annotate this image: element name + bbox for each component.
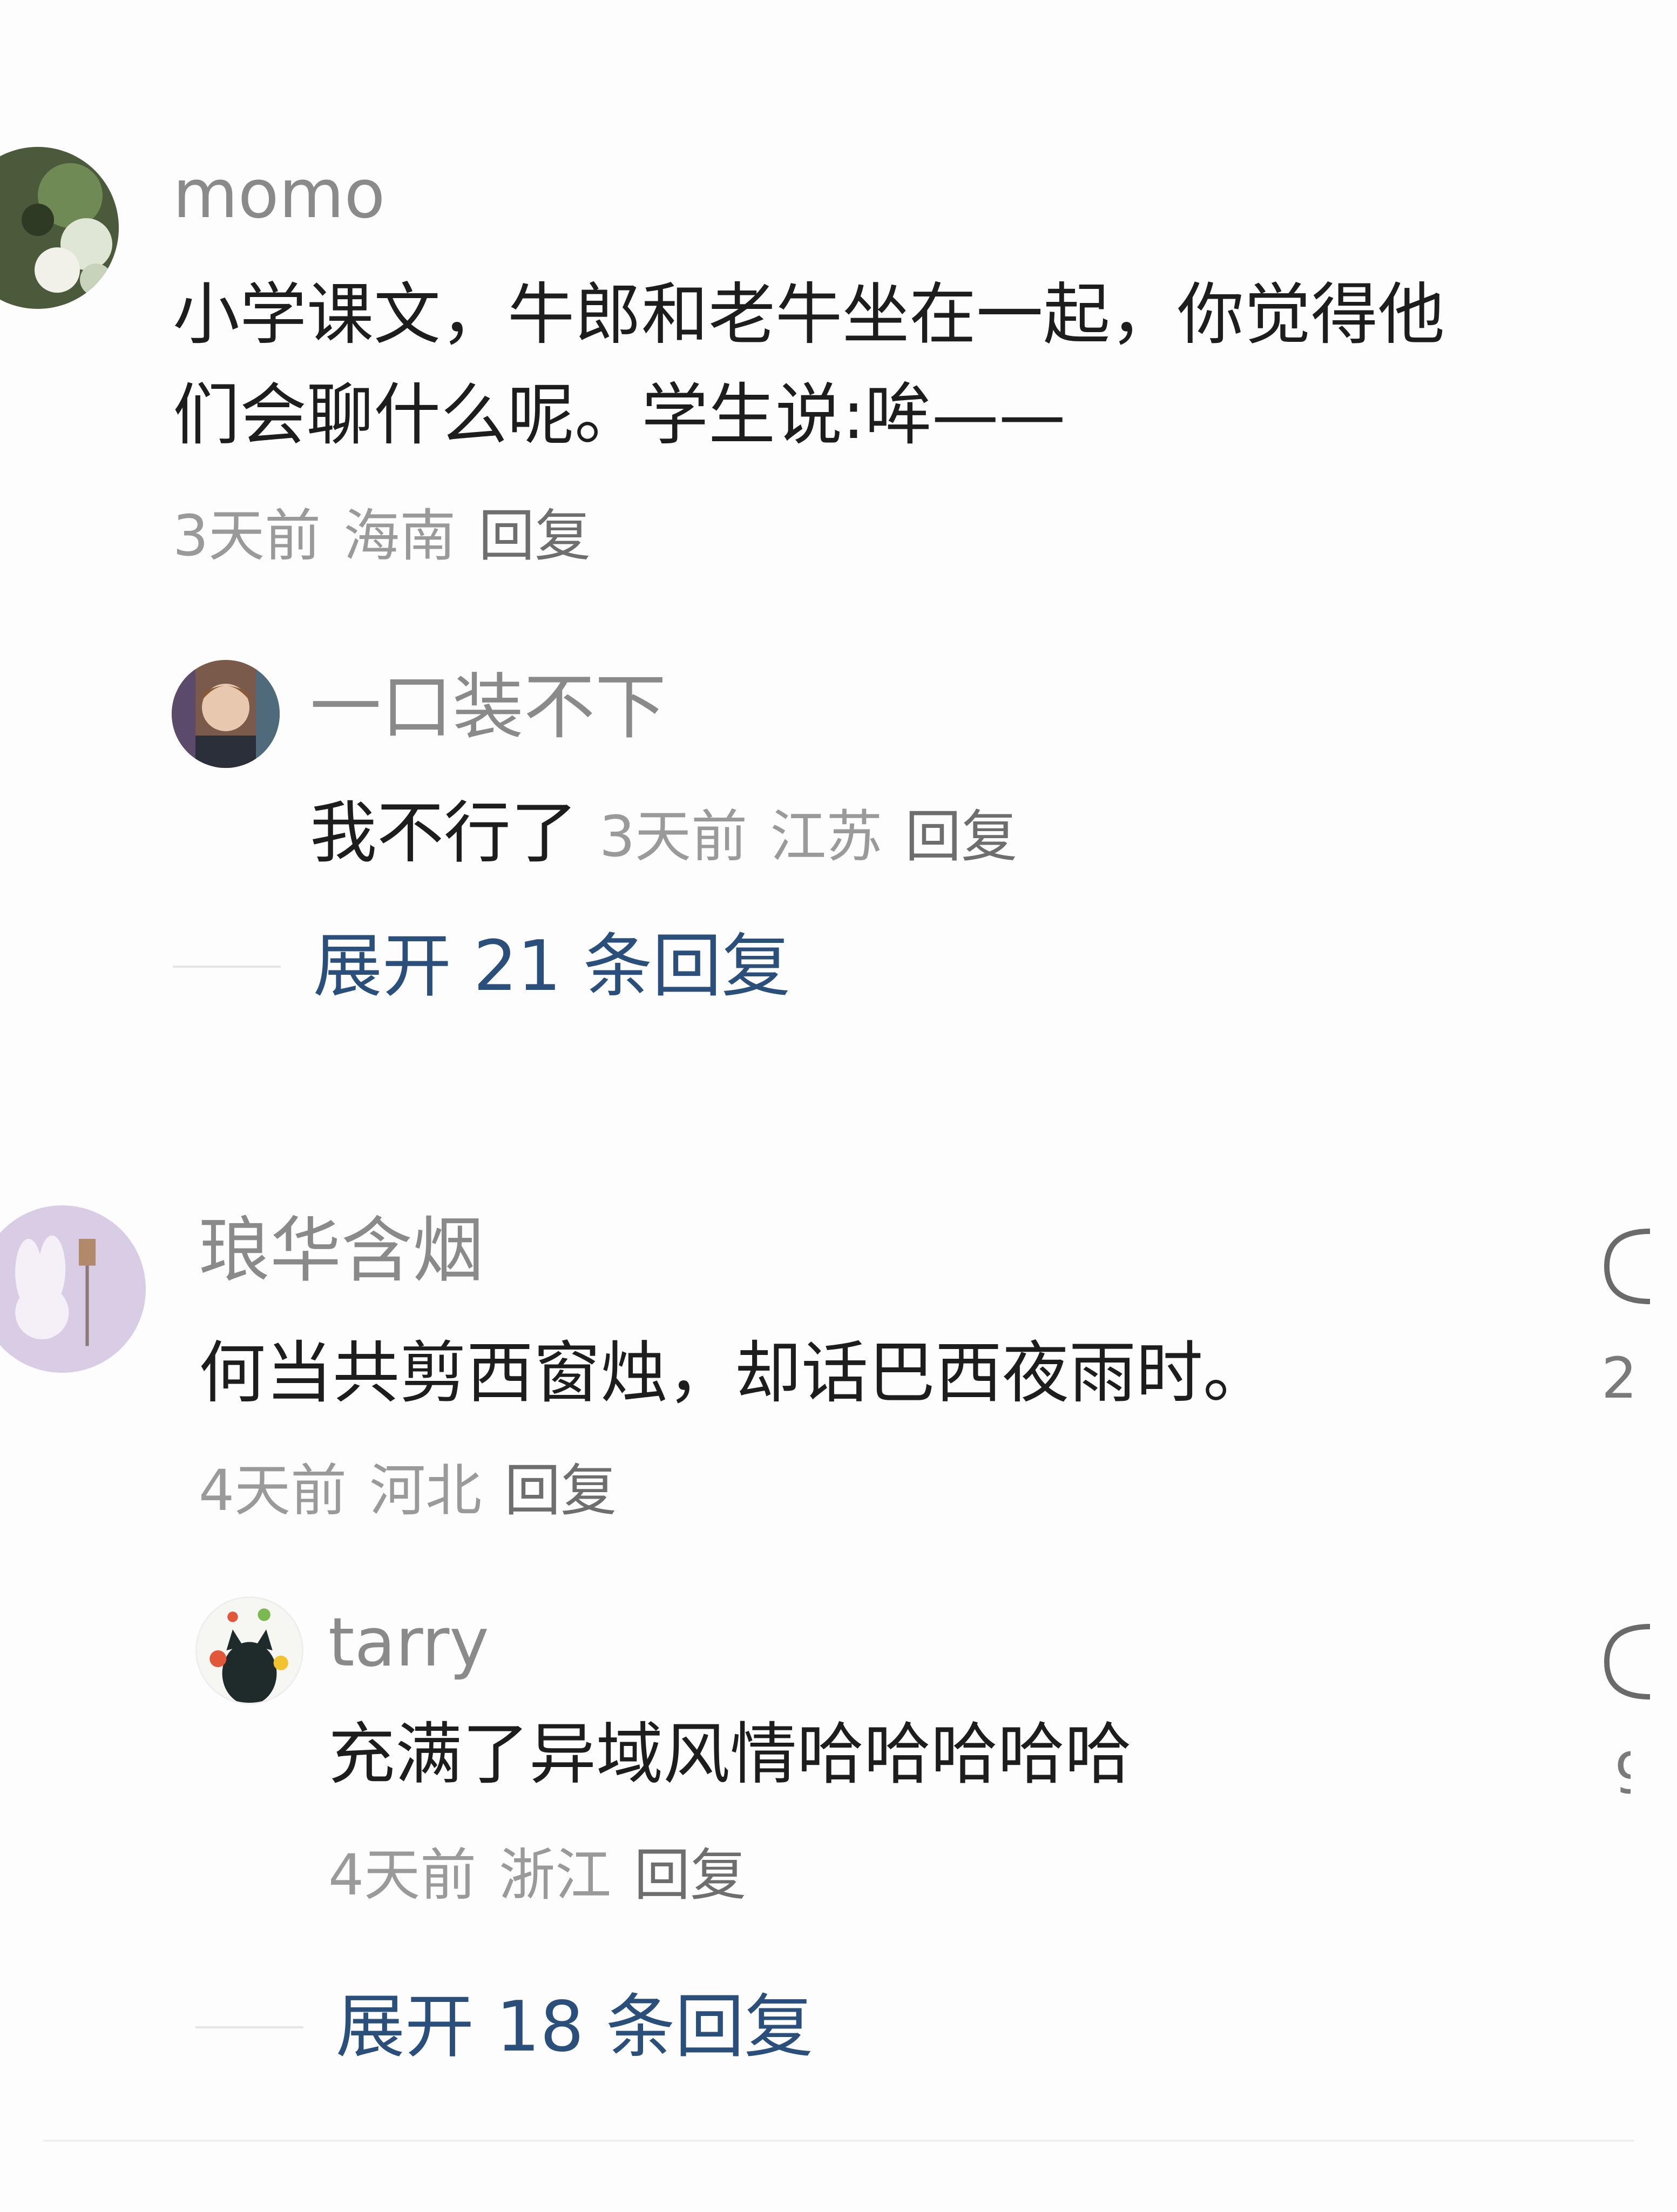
- avatar[interactable]: [172, 660, 280, 768]
- reply-text: 我不行了: [310, 794, 578, 872]
- expand-divider: [195, 2026, 303, 2028]
- avatar[interactable]: [0, 147, 119, 309]
- reply-button[interactable]: 回复: [478, 503, 591, 569]
- comment-text: 何当共剪西窗烛，却话巴西夜雨时。: [199, 1334, 1270, 1412]
- comment-meta: 3天前 海南 回复: [173, 508, 613, 564]
- reply-button[interactable]: 回复: [634, 1842, 746, 1908]
- divider: [43, 2140, 1634, 2142]
- reply-content-row: 我不行了 3天前 江苏 回复: [310, 783, 1040, 884]
- reply-button[interactable]: 回复: [905, 804, 1017, 869]
- comment-location: 河北: [369, 1458, 482, 1523]
- reply-time: 3天前: [599, 804, 748, 869]
- expand-replies[interactable]: 展开 21 条回复: [173, 932, 790, 1001]
- like-icon[interactable]: [1601, 1226, 1650, 1307]
- comment-username[interactable]: 琅华含烟: [199, 1215, 484, 1286]
- avatar-black-cat-icon: [197, 1598, 302, 1703]
- comment-time: 3天前: [173, 503, 321, 569]
- avatar[interactable]: [195, 1596, 303, 1704]
- reply-location: 浙江: [499, 1842, 612, 1908]
- like-icon[interactable]: [1601, 1621, 1650, 1702]
- reply-meta: 4天前 浙江 回复: [328, 1847, 769, 1903]
- reply-button[interactable]: 回复: [504, 1458, 617, 1523]
- reply-text: 充满了异域风情哈哈哈哈哈: [328, 1716, 1132, 1793]
- comment-meta: 4天前 河北 回复: [199, 1462, 639, 1519]
- avatar-bunny-icon: [0, 1205, 146, 1373]
- expand-replies[interactable]: 展开 18 条回复: [195, 1993, 813, 2062]
- comment-time: 4天前: [199, 1458, 347, 1523]
- reply-username[interactable]: 一口装不下: [310, 672, 666, 743]
- like-count: 2: [1601, 1350, 1638, 1406]
- expand-replies-label[interactable]: 展开 21 条回复: [313, 932, 790, 1001]
- reply-meta: 3天前 江苏 回复: [599, 808, 1040, 865]
- comment-thread: momo 小学课文，牛郎和老牛坐在一起，你觉得他们会聊什么呢。学生说:哞—— 3…: [0, 0, 1677, 2212]
- comment-location: 海南: [343, 503, 456, 569]
- expand-replies-label[interactable]: 展开 18 条回复: [336, 1993, 813, 2062]
- avatar-anime-boy-icon: [172, 660, 280, 768]
- reply-time: 4天前: [328, 1842, 477, 1908]
- comment-username[interactable]: momo: [173, 161, 385, 228]
- avatar[interactable]: [0, 1205, 146, 1373]
- expand-divider: [173, 966, 281, 968]
- reply-location: 江苏: [770, 804, 883, 869]
- like-count: 9: [1614, 1745, 1631, 1802]
- comment-text: 小学课文，牛郎和老牛坐在一起，你觉得他们会聊什么呢。学生说:哞——: [173, 276, 1445, 454]
- avatar-flowers-icon: [0, 147, 119, 309]
- reply-username[interactable]: tarry: [328, 1609, 489, 1676]
